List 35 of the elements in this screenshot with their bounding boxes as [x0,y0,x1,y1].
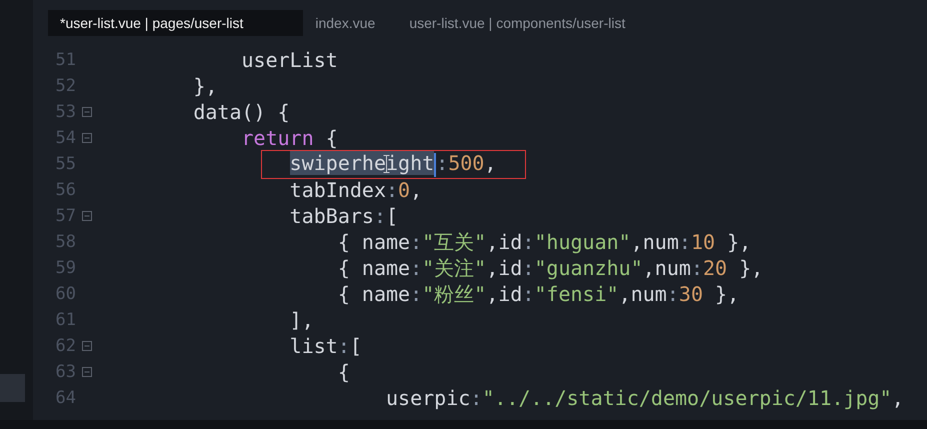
line-number: 59 [54,258,76,278]
code-line: list:[ [288,334,362,358]
line-number: 56 [54,180,76,200]
collapse-icon[interactable] [82,341,92,351]
line-number: 52 [54,76,76,96]
line-number: 58 [54,232,76,252]
line-number: 63 [54,362,76,382]
code-line: tabBars:[ [288,204,398,228]
code-line: { name:"关注",id:"guanzhu",num:20 }, [336,254,764,282]
line-number: 51 [54,50,76,70]
line-number: 60 [54,284,76,304]
code-line: data() { [192,100,290,124]
collapse-icon[interactable] [82,133,92,143]
line-number: 53 [54,102,76,122]
line-number: 54 [54,128,76,148]
collapse-icon[interactable] [82,211,92,221]
code-line: userList [240,48,338,72]
editor-tab[interactable]: *user-list.vue | pages/user-list [48,10,304,36]
line-number: 61 [54,310,76,330]
code-line: { name:"互关",id:"huguan",num:10 }, [336,228,752,256]
line-number: 62 [54,336,76,356]
code-line: { [336,360,350,384]
line-number: 55 [54,154,76,174]
line-number: 57 [54,206,76,226]
code-line: tabIndex:0, [288,178,422,202]
collapse-icon[interactable] [82,107,92,117]
code-line: }, [192,74,218,98]
editor-tab[interactable]: user-list.vue | components/user-list [397,10,648,36]
code-line: return { [240,126,338,150]
code-line: { name:"粉丝",id:"fensi",num:30 }, [336,280,740,308]
code-line: ], [288,308,314,332]
line-number: 64 [54,388,76,408]
collapse-icon[interactable] [82,367,92,377]
code-line: userpic:"../../static/demo/userpic/11.jpg", [384,386,904,410]
editor-tab[interactable]: index.vue [303,10,398,36]
